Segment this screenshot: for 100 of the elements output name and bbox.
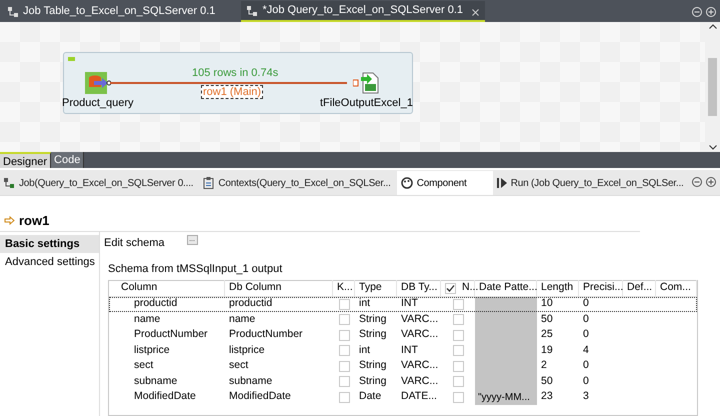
table-row[interactable]: listprice listprice int INT 19 4: [109, 343, 697, 358]
checkbox[interactable]: [452, 345, 464, 356]
checkbox[interactable]: [452, 392, 464, 403]
checkbox[interactable]: [445, 282, 456, 294]
settings-nav-item[interactable]: Basic settings: [0, 235, 99, 253]
table-cell-text: 4: [582, 342, 590, 358]
table-cell-text: 50: [540, 374, 554, 389]
table-cell-text: 25: [540, 327, 554, 342]
checkbox[interactable]: [452, 360, 464, 372]
table-row[interactable]: subname subname String VARC... 50 0: [109, 374, 697, 390]
date-pattern-cell: [475, 312, 537, 328]
table-cell-text: ProductNumber: [228, 327, 304, 342]
arrow-icon: [4, 216, 15, 225]
vertical-scrollbar[interactable]: [705, 22, 720, 152]
checkbox[interactable]: [452, 330, 464, 341]
column-header[interactable]: Date Patte...: [475, 280, 537, 296]
checkbox[interactable]: [338, 314, 350, 326]
table-cell-text: listprice: [133, 342, 171, 358]
checkbox[interactable]: [338, 345, 350, 356]
table-cell-text: 19: [540, 342, 554, 358]
table-cell-text: int: [358, 342, 372, 358]
table-cell-text: 23: [540, 389, 554, 404]
checkbox[interactable]: [338, 360, 350, 372]
panel-tab[interactable]: Component: [396, 171, 493, 195]
tab-label: Job(Query_to_Excel_on_SQLServer 0....: [19, 176, 194, 190]
job-icon: [8, 6, 18, 16]
run-icon: [496, 178, 507, 188]
editor-tab[interactable]: *Job Query_to_Excel_on_SQLServer 0.1: [241, 1, 485, 22]
flow-stats: 105 rows in 0.74s: [192, 66, 278, 81]
column-header[interactable]: DB Ty...: [397, 280, 441, 296]
table-cell-text: 10: [540, 296, 554, 312]
view-tab[interactable]: Code: [51, 152, 84, 168]
table-cell-text: String: [358, 374, 388, 389]
table-cell-text: 0: [582, 327, 590, 342]
checkbox[interactable]: [338, 392, 350, 403]
tab-label: *Job Query_to_Excel_on_SQLServer 0.1: [262, 3, 463, 18]
table-cell-text: 0: [582, 358, 590, 374]
panel-tab[interactable]: Run (Job Query_to_Excel_on_SQLSer...: [492, 171, 690, 195]
job-icon: [4, 178, 15, 188]
table-cell-text: 0: [582, 312, 590, 327]
table-row[interactable]: name name String VARC... 50 0: [109, 312, 697, 328]
table-cell-text: productid: [133, 296, 178, 312]
column-header[interactable]: Type: [355, 280, 397, 296]
panel-tab[interactable]: Job(Query_to_Excel_on_SQLServer 0....: [0, 171, 200, 195]
close-icon[interactable]: [472, 8, 479, 16]
table-cell-text: 0: [582, 296, 590, 312]
column-header[interactable]: Def...: [623, 280, 656, 296]
table-cell-text: INT: [400, 296, 419, 312]
table-cell-text: String: [358, 358, 388, 374]
table-row[interactable]: productid productid int INT 10 0: [109, 296, 697, 312]
table-cell-text: 3: [582, 389, 590, 404]
table-cell-text: name: [133, 312, 162, 327]
table-cell-text: ProductNumber: [133, 327, 209, 342]
table-row[interactable]: ProductNumber ProductNumber String VARC... 25 0: [109, 328, 697, 343]
table-row[interactable]: ModifiedDate ModifiedDate Date DATE... "yyyy-MM... 23 3: [109, 390, 697, 405]
clipboard-icon: [203, 177, 214, 189]
table-cell-text: 50: [540, 312, 554, 327]
checkbox[interactable]: [452, 298, 464, 310]
database-icon: [84, 72, 111, 94]
editor-tab[interactable]: Job Table_to_Excel_on_SQLServer 0.1: [2, 1, 222, 22]
table-cell-text: sect: [228, 358, 250, 374]
column-header[interactable]: Length: [537, 280, 579, 296]
column-header[interactable]: Com...: [656, 280, 697, 296]
schema-title: Schema from tMSSqlInput_1 output: [108, 262, 284, 277]
column-header[interactable]: N...: [441, 280, 475, 296]
maximize-icon[interactable]: [706, 177, 716, 187]
job-icon: [247, 6, 258, 16]
scroll-down-icon[interactable]: [708, 145, 716, 150]
checkbox[interactable]: [452, 314, 464, 326]
view-tab[interactable]: Designer: [0, 152, 52, 168]
column-header[interactable]: Precisi...: [579, 280, 623, 296]
table-cell-text: productid: [228, 296, 274, 312]
panel-tab[interactable]: Contexts(Query_to_Excel_on_SQLSer...: [199, 171, 397, 195]
table-row[interactable]: sect sect String VARC... 2 0: [109, 358, 697, 374]
table-cell-text: int: [358, 296, 372, 312]
date-pattern-cell: [475, 296, 537, 312]
checkbox[interactable]: [338, 330, 350, 341]
table-cell-text: subname: [228, 374, 274, 389]
checkbox[interactable]: [338, 298, 350, 310]
table-cell-text: VARC...: [400, 312, 440, 327]
column-header[interactable]: Db Column: [225, 280, 333, 296]
collapse-icon[interactable]: [68, 57, 75, 61]
scroll-up-icon[interactable]: [708, 24, 716, 29]
table-cell-text: 0: [582, 374, 590, 389]
checkbox[interactable]: [452, 376, 464, 388]
table-cell-text: ModifiedDate: [133, 389, 197, 404]
table-cell-text: listprice: [228, 342, 266, 358]
column-header[interactable]: Column: [117, 280, 225, 296]
node-label: tFileOutputExcel_1: [320, 96, 413, 111]
table-cell-text: Date: [358, 389, 382, 404]
table-cell-text: INT: [400, 342, 419, 358]
column-header[interactable]: K...: [333, 280, 355, 296]
table-cell-text: name: [228, 312, 256, 327]
table-cell-text: subname: [133, 374, 178, 389]
minimize-icon[interactable]: [692, 177, 702, 187]
checkbox[interactable]: [338, 376, 350, 388]
table-cell-text: VARC...: [400, 327, 440, 342]
edit-schema-label: Edit schema: [104, 236, 165, 251]
table-cell-text: VARC...: [400, 358, 440, 374]
table-cell-text: ModifiedDate: [228, 389, 292, 404]
